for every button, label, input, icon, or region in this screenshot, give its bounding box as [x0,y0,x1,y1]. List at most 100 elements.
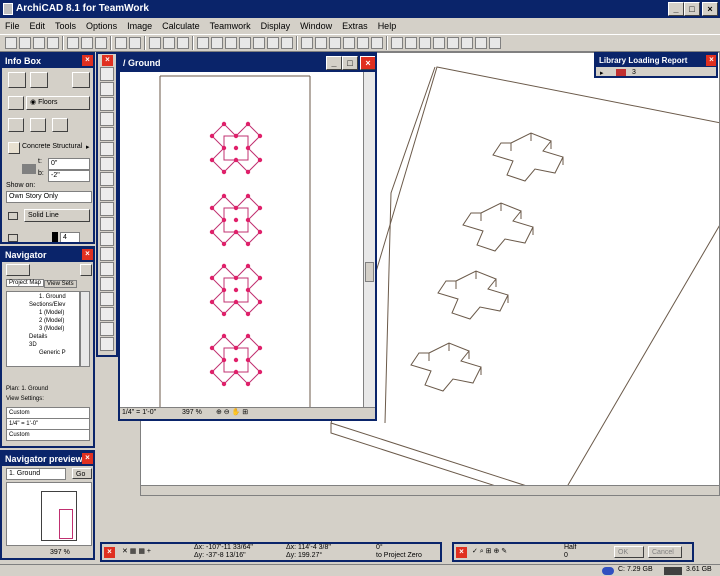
hotspot[interactable] [245,381,251,387]
menu-help[interactable]: Help [373,18,402,34]
3d-window-icon[interactable] [433,37,445,49]
text-tool-icon[interactable] [100,277,114,291]
intersect-icon[interactable] [371,37,383,49]
hotspot[interactable] [221,357,227,363]
pen-field[interactable]: 4 [60,232,80,242]
fill-tool-icon[interactable] [100,322,114,336]
hotspot[interactable] [209,299,215,305]
hotspot[interactable] [245,169,251,175]
bottom-field[interactable]: -2" [48,170,90,182]
tree-item-ground[interactable]: 1. Ground [9,293,77,301]
hotspot[interactable] [221,263,227,269]
hotspot[interactable] [257,205,263,211]
hotspot[interactable] [209,345,215,351]
hotspot[interactable] [221,193,227,199]
hotspot[interactable] [233,133,239,139]
label-tool-icon[interactable] [100,292,114,306]
hotspot[interactable] [209,133,215,139]
info-box-close-icon[interactable]: × [82,55,93,66]
hotspot[interactable] [233,369,239,375]
menu-extras[interactable]: Extras [337,18,373,34]
navigator-mode-icon[interactable] [6,264,30,276]
navigator-preview-close-icon[interactable]: × [82,453,93,464]
hotspot[interactable] [209,369,215,375]
wall-tool-icon[interactable] [100,97,114,111]
minimize-button[interactable]: _ [668,2,684,16]
tab-project-map[interactable]: Project Map [6,279,45,287]
hotspot[interactable] [245,121,251,127]
plan-vertical-scrollbar[interactable] [363,72,375,408]
menu-tools[interactable]: Tools [50,18,81,34]
menu-display[interactable]: Display [256,18,296,34]
show-on-dropdown[interactable]: Own Story Only [6,191,92,203]
hotspot[interactable] [233,205,239,211]
hotspot[interactable] [209,275,215,281]
plan-scale[interactable]: 1/4" = 1'-0" [122,409,156,416]
zoom-in-icon[interactable] [461,37,473,49]
tree-item-details[interactable]: Details [9,333,77,341]
expand-arrow-icon[interactable]: ▸ [600,69,604,76]
redo-icon[interactable] [129,37,141,49]
material-arrow-icon[interactable]: ▸ [86,143,90,151]
hotspot[interactable] [233,229,239,235]
line-tool-icon[interactable] [100,337,114,351]
hotspot[interactable] [221,287,227,293]
toolbox-close-icon[interactable]: × [102,55,113,66]
hotspot[interactable] [221,217,227,223]
cut-icon[interactable] [149,37,161,49]
hotspot[interactable] [257,133,263,139]
reference-dropdown[interactable]: to Project Zero [376,552,422,559]
zoom-tools-icon[interactable]: ⊕ ⊖ ✋ ⊞ [216,408,248,416]
hotspot[interactable] [221,381,227,387]
hotspot[interactable] [233,157,239,163]
tree-item-generic[interactable]: Generic P [9,349,77,357]
hotspot[interactable] [245,193,251,199]
hotspot[interactable] [221,121,227,127]
camera-icon[interactable] [419,37,431,49]
hotspot[interactable] [209,205,215,211]
hotspot[interactable] [233,357,239,363]
menu-teamwork[interactable]: Teamwork [205,18,256,34]
hotspot[interactable] [245,145,251,151]
split-icon[interactable] [343,37,355,49]
ok-button[interactable]: OK [614,546,644,558]
plan-zoom[interactable]: 397 % [182,409,202,416]
door-tool-icon[interactable] [100,157,114,171]
zoom-out-icon[interactable] [475,37,487,49]
hotspot[interactable] [221,169,227,175]
rotated-square-icon[interactable] [52,118,68,132]
hotspot[interactable] [221,241,227,247]
elevate-icon[interactable] [281,37,293,49]
hotspot[interactable] [257,369,263,375]
floorplan-icon[interactable] [447,37,459,49]
mesh-tool-icon[interactable] [100,247,114,261]
floors-dropdown[interactable]: ◉ Floors [26,96,90,110]
hotspot[interactable] [221,145,227,151]
hotspot[interactable] [233,287,239,293]
hotspot[interactable] [245,311,251,317]
material-dropdown[interactable]: Concrete Structural [22,143,82,150]
object-tool-icon[interactable] [100,187,114,201]
plan-minimize-button[interactable]: _ [326,56,342,70]
open-file-icon[interactable] [19,37,31,49]
tree-item-sections[interactable]: Sections/Elev [9,301,77,309]
preview-zoom[interactable]: 397 % [50,549,70,556]
navigator-close-icon[interactable]: × [82,249,93,260]
print-icon[interactable] [47,37,59,49]
fit-window-icon[interactable] [489,37,501,49]
snap-icon[interactable] [211,37,223,49]
cancel-button[interactable]: Cancel [648,546,682,558]
square-icon[interactable] [30,118,46,132]
hotspot[interactable] [233,275,239,281]
hotspot[interactable] [245,241,251,247]
library-report-close-icon[interactable]: × [706,55,716,66]
hotspot[interactable] [257,345,263,351]
menu-calculate[interactable]: Calculate [157,18,205,34]
reserve-icon[interactable] [95,37,107,49]
undo-icon[interactable] [115,37,127,49]
control-tools-icon[interactable]: ✓ ⌕ ⊞ ⊕ ✎ [472,547,507,556]
tree-item-3d[interactable]: 3D [9,341,77,349]
geometry-method-icon[interactable] [30,72,48,88]
custom-dropdown-2[interactable]: Custom [6,429,90,441]
hotspot[interactable] [233,299,239,305]
